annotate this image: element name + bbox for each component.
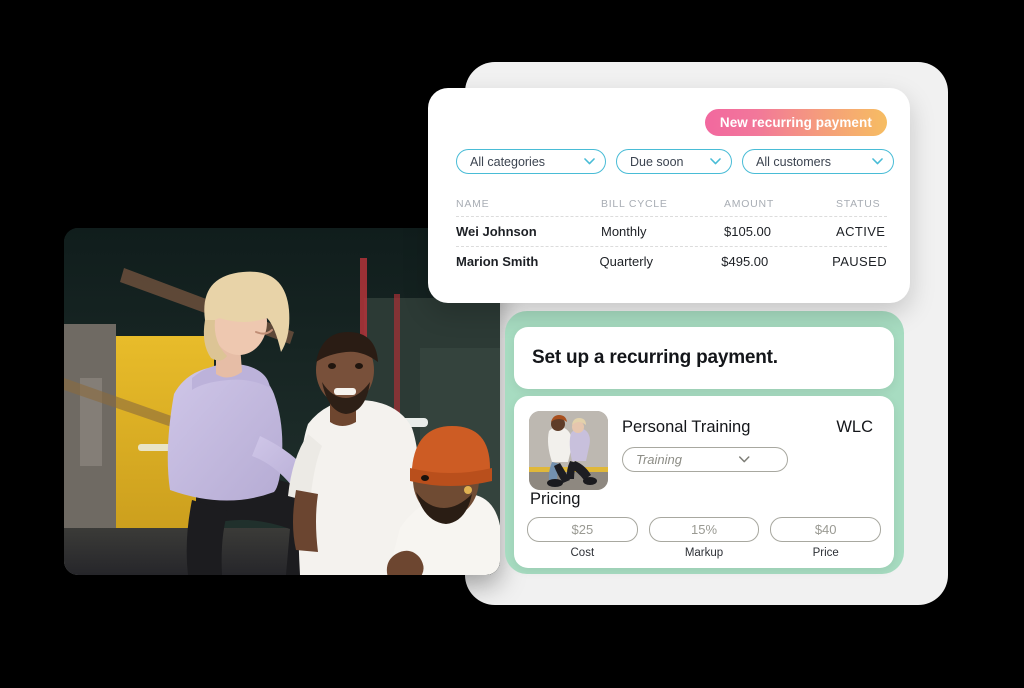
filter-all-categories[interactable]: All categories bbox=[456, 149, 606, 174]
filter-all-categories-label: All categories bbox=[470, 154, 546, 169]
cell-cycle: Quarterly bbox=[599, 254, 653, 269]
filter-due-soon-label: Due soon bbox=[630, 154, 684, 169]
cell-name: Wei Johnson bbox=[456, 224, 537, 239]
status-badge: ACTIVE bbox=[836, 224, 886, 239]
column-header-status: STATUS bbox=[836, 198, 881, 210]
service-detail-panel: Personal Training WLC Training Pricing $… bbox=[514, 396, 894, 568]
service-category-value: Training bbox=[636, 452, 683, 467]
price-value: $40 bbox=[814, 522, 837, 537]
recurring-payments-table: NAME BILL CYCLE AMOUNT STATUS Wei Johnso… bbox=[456, 192, 887, 276]
filter-due-soon[interactable]: Due soon bbox=[616, 149, 732, 174]
chevron-down-icon bbox=[711, 456, 778, 463]
page-title: Set up a recurring payment. bbox=[532, 347, 778, 368]
markup-caption: Markup bbox=[684, 547, 724, 559]
column-header-amount: AMOUNT bbox=[724, 198, 774, 210]
table-row[interactable]: Wei Johnson Monthly $105.00 ACTIVE bbox=[456, 216, 887, 246]
service-thumbnail-illustration bbox=[529, 411, 608, 490]
price-caption: Price bbox=[812, 547, 839, 559]
filter-all-customers-label: All customers bbox=[756, 154, 832, 169]
column-header-cycle: BILL CYCLE bbox=[601, 198, 668, 210]
column-header-name: NAME bbox=[456, 198, 490, 210]
cell-amount: $105.00 bbox=[724, 224, 771, 239]
cost-input[interactable]: $25 bbox=[527, 517, 638, 542]
chevron-down-icon bbox=[584, 158, 595, 165]
cell-cycle: Monthly bbox=[601, 224, 647, 239]
markup-input[interactable]: 15% bbox=[648, 517, 760, 542]
recurring-payments-card: New recurring payment All categories Due… bbox=[428, 88, 910, 303]
table-row[interactable]: Marion Smith Quarterly $495.00 PAUSED bbox=[456, 246, 887, 276]
chevron-down-icon bbox=[710, 158, 721, 165]
new-recurring-payment-button[interactable]: New recurring payment bbox=[704, 109, 887, 136]
filter-bar: All categories Due soon All customers bbox=[456, 149, 894, 174]
chevron-down-icon bbox=[872, 158, 883, 165]
service-category-select[interactable]: Training bbox=[622, 447, 788, 472]
service-code: WLC bbox=[836, 418, 873, 436]
screenshot-root: New recurring payment All categories Due… bbox=[0, 0, 1024, 688]
pricing-cost: $25 Cost bbox=[527, 517, 638, 559]
cell-amount: $495.00 bbox=[721, 254, 769, 269]
cost-caption: Cost bbox=[570, 547, 595, 559]
new-recurring-payment-label: New recurring payment bbox=[719, 115, 872, 130]
pricing-price: $40 Price bbox=[770, 517, 882, 559]
status-badge: PAUSED bbox=[832, 254, 887, 269]
price-input[interactable]: $40 bbox=[770, 517, 882, 542]
cell-name: Marion Smith bbox=[456, 254, 539, 269]
filter-all-customers[interactable]: All customers bbox=[742, 149, 894, 174]
pricing-markup: 15% Markup bbox=[648, 517, 760, 559]
service-name: Personal Training bbox=[622, 418, 751, 436]
cost-value: $25 bbox=[571, 522, 594, 537]
setup-title-panel: Set up a recurring payment. bbox=[514, 327, 894, 389]
pricing-label: Pricing bbox=[530, 490, 581, 508]
service-thumbnail bbox=[529, 411, 608, 490]
table-header-row: NAME BILL CYCLE AMOUNT STATUS bbox=[456, 192, 887, 216]
pricing-fields: $25 Cost 15% Markup $40 Price bbox=[527, 517, 882, 559]
markup-value: 15% bbox=[690, 522, 718, 537]
